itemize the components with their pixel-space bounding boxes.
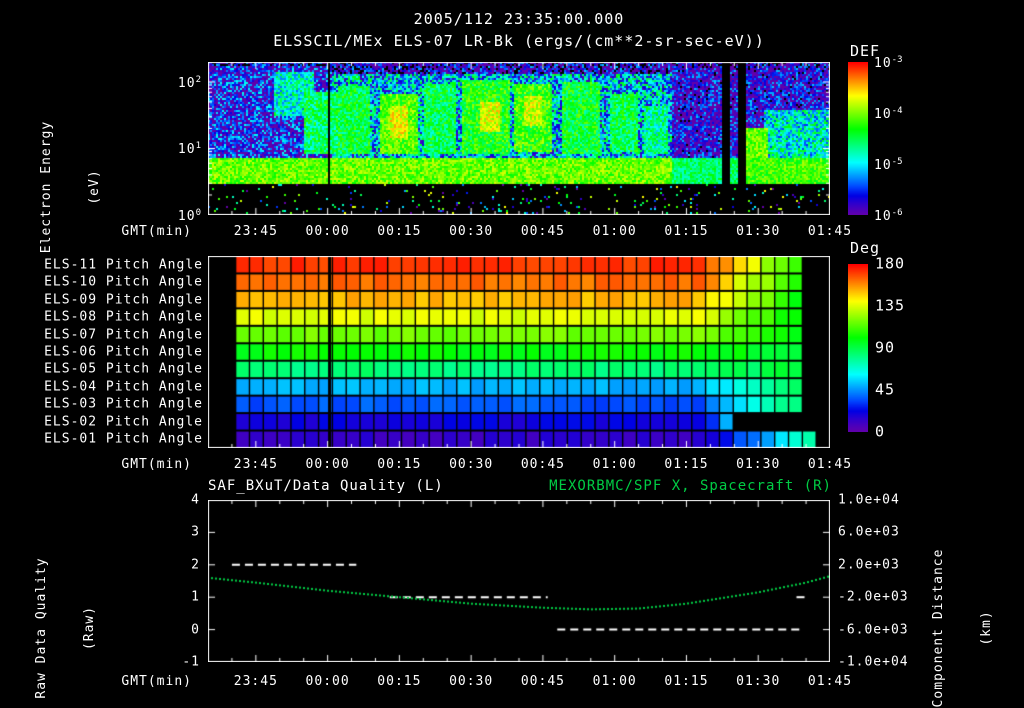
quality-y-tick-label: -1 bbox=[182, 654, 200, 670]
pitch-row-label: ELS-06 Pitch Angle bbox=[44, 344, 203, 360]
quality-y-tick-label: 3 bbox=[191, 524, 200, 540]
page-title: 2005/112 23:35:00.000 bbox=[413, 10, 625, 28]
x-tick-label: 00:30 bbox=[449, 457, 494, 472]
quality-distance-plot bbox=[208, 500, 830, 662]
x-tick-label: 23:45 bbox=[233, 224, 278, 239]
x-tick-label: 00:15 bbox=[377, 674, 422, 689]
pitch-row-label: ELS-05 Pitch Angle bbox=[44, 361, 203, 377]
pitch-row-label: ELS-07 Pitch Angle bbox=[44, 327, 203, 343]
quality-y-tick-label: 2 bbox=[191, 557, 200, 573]
quality-y-tick-label: 4 bbox=[191, 492, 200, 508]
x-tick-label: 00:30 bbox=[449, 674, 494, 689]
x-tick-label: 01:30 bbox=[736, 457, 781, 472]
gmt-axis-label: GMT(min) bbox=[121, 674, 192, 689]
x-tick-label: 00:15 bbox=[377, 224, 422, 239]
x-tick-label: 01:45 bbox=[807, 224, 853, 239]
spectrogram-title: ELSSCIL/MEx ELS-07 LR-Bk (ergs/(cm**2-sr… bbox=[273, 32, 765, 50]
pitch-row-label: ELS-04 Pitch Angle bbox=[44, 379, 203, 395]
quality-y-axis-title-line1: Raw Data Quality bbox=[34, 557, 49, 699]
x-tick-label: 01:15 bbox=[664, 224, 709, 239]
distance-y-axis-title-line2: (km) bbox=[979, 610, 994, 646]
deg-colorbar-tick-label: 0 bbox=[875, 422, 886, 441]
quality-y-axis-title-line2: (Raw) bbox=[82, 605, 97, 651]
science-plot-page: 2005/112 23:35:00.000 ELSSCIL/MEx ELS-07… bbox=[0, 0, 1024, 708]
x-tick-label: 00:45 bbox=[520, 457, 565, 472]
x-tick-label: 01:00 bbox=[592, 224, 637, 239]
gmt-axis-label: GMT(min) bbox=[121, 224, 192, 239]
gmt-axis-label: GMT(min) bbox=[121, 457, 192, 472]
pitch-angle-heatmap bbox=[208, 256, 830, 448]
def-colorbar-tick-label: 10-3 bbox=[874, 54, 903, 72]
deg-colorbar-tick-label: 90 bbox=[875, 338, 896, 357]
distance-y-tick-label: 6.0e+03 bbox=[838, 524, 900, 540]
distance-y-tick-label: -1.0e+04 bbox=[838, 654, 909, 670]
pitch-row-label: ELS-03 Pitch Angle bbox=[44, 396, 203, 412]
distance-series-title: MEXORBMC/SPF X, Spacecraft (R) bbox=[549, 478, 832, 494]
x-tick-label: 00:15 bbox=[377, 457, 422, 472]
def-colorbar-tick-label: 10-5 bbox=[874, 156, 903, 174]
energy-y-tick-label: 102 bbox=[177, 74, 201, 92]
x-tick-label: 00:30 bbox=[449, 224, 494, 239]
def-colorbar-tick-label: 10-6 bbox=[874, 207, 903, 225]
x-tick-label: 01:15 bbox=[664, 457, 709, 472]
pitch-row-label: ELS-08 Pitch Angle bbox=[44, 309, 203, 325]
distance-y-axis-title-line1: Component Distance bbox=[931, 548, 946, 708]
x-tick-label: 00:00 bbox=[305, 457, 350, 472]
quality-y-axis-title: Raw Data Quality (Raw) bbox=[2, 508, 130, 708]
energy-y-tick-label: 100 bbox=[177, 207, 201, 225]
x-tick-label: 00:45 bbox=[520, 674, 565, 689]
quality-y-tick-label: 1 bbox=[191, 589, 200, 605]
x-tick-label: 01:45 bbox=[807, 674, 853, 689]
distance-y-tick-label: -2.0e+03 bbox=[838, 589, 909, 605]
spectrogram-heatmap bbox=[208, 62, 830, 215]
distance-y-axis-title: Component Distance (km) bbox=[899, 508, 1024, 708]
x-tick-label: 23:45 bbox=[233, 674, 278, 689]
pitch-row-label: ELS-02 Pitch Angle bbox=[44, 414, 203, 430]
x-tick-label: 00:45 bbox=[520, 224, 565, 239]
x-tick-label: 01:30 bbox=[736, 674, 781, 689]
x-tick-label: 01:45 bbox=[807, 457, 853, 472]
x-tick-label: 01:00 bbox=[592, 674, 637, 689]
quality-y-tick-label: 0 bbox=[191, 622, 200, 638]
pitch-row-label: ELS-11 Pitch Angle bbox=[44, 257, 203, 273]
deg-colorbar-tick-label: 45 bbox=[875, 380, 896, 399]
deg-colorbar bbox=[848, 264, 868, 432]
x-tick-label: 01:00 bbox=[592, 457, 637, 472]
pitch-row-label: ELS-01 Pitch Angle bbox=[44, 431, 203, 447]
x-tick-label: 01:30 bbox=[736, 224, 781, 239]
distance-y-tick-label: 1.0e+04 bbox=[838, 492, 900, 508]
deg-colorbar-tick-label: 135 bbox=[875, 296, 906, 315]
x-tick-label: 01:15 bbox=[664, 674, 709, 689]
x-tick-label: 00:00 bbox=[305, 224, 350, 239]
def-colorbar bbox=[848, 62, 868, 215]
quality-series-title: SAF_BXuT/Data Quality (L) bbox=[208, 478, 444, 494]
energy-y-tick-label: 101 bbox=[177, 141, 201, 158]
def-colorbar-tick-label: 10-4 bbox=[874, 105, 903, 123]
deg-colorbar-tick-label: 180 bbox=[875, 254, 906, 273]
distance-y-tick-label: -6.0e+03 bbox=[838, 622, 909, 638]
x-tick-label: 23:45 bbox=[233, 457, 278, 472]
pitch-row-label: ELS-10 Pitch Angle bbox=[44, 274, 203, 290]
x-tick-label: 00:00 bbox=[305, 674, 350, 689]
pitch-row-label: ELS-09 Pitch Angle bbox=[44, 292, 203, 308]
distance-y-tick-label: 2.0e+03 bbox=[838, 557, 900, 573]
